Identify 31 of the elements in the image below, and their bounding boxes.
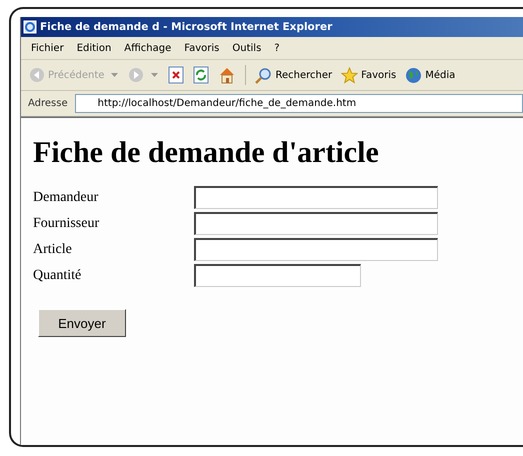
field-label: Article	[33, 242, 72, 258]
menu-item[interactable]: Fichier	[31, 43, 64, 54]
window-title: Fiche de demande d - Microsoft Internet Explorer	[40, 21, 332, 33]
star-icon	[341, 66, 358, 84]
media-button[interactable]: Média	[403, 66, 458, 84]
refresh-button[interactable]	[191, 66, 212, 84]
input-field[interactable]	[194, 186, 438, 209]
search-button[interactable]: Rechercher	[253, 66, 334, 84]
address-label: Adresse	[27, 97, 69, 111]
page-heading: Fiche de demande d'article	[33, 136, 380, 170]
browser-logo-icon	[23, 20, 37, 34]
home-icon	[218, 66, 236, 84]
menu-item[interactable]: Outils	[232, 43, 262, 54]
field-label: Quantité	[33, 268, 82, 284]
input-field[interactable]	[194, 264, 361, 287]
address-field[interactable]: http://localhost/Demandeur/fiche_de_demande.htm	[74, 94, 523, 113]
menu-item[interactable]: Edition	[76, 43, 112, 54]
menu-item[interactable]: Favoris	[184, 43, 220, 54]
field-label: Fournisseur	[33, 216, 100, 232]
input-field[interactable]	[194, 238, 438, 261]
refresh-page-icon	[193, 66, 210, 84]
favorites-button[interactable]: Favoris	[339, 66, 398, 84]
menu-item[interactable]: Affichage	[124, 43, 172, 54]
menu-item[interactable]: ?	[274, 43, 280, 54]
stop-page-icon	[168, 66, 184, 84]
input-field[interactable]	[194, 212, 438, 235]
search-icon	[255, 66, 272, 84]
send-button[interactable]: Envoyer	[38, 309, 126, 337]
globe-icon	[405, 66, 422, 84]
field-label: Demandeur	[33, 190, 98, 206]
stop-button[interactable]	[166, 66, 186, 84]
